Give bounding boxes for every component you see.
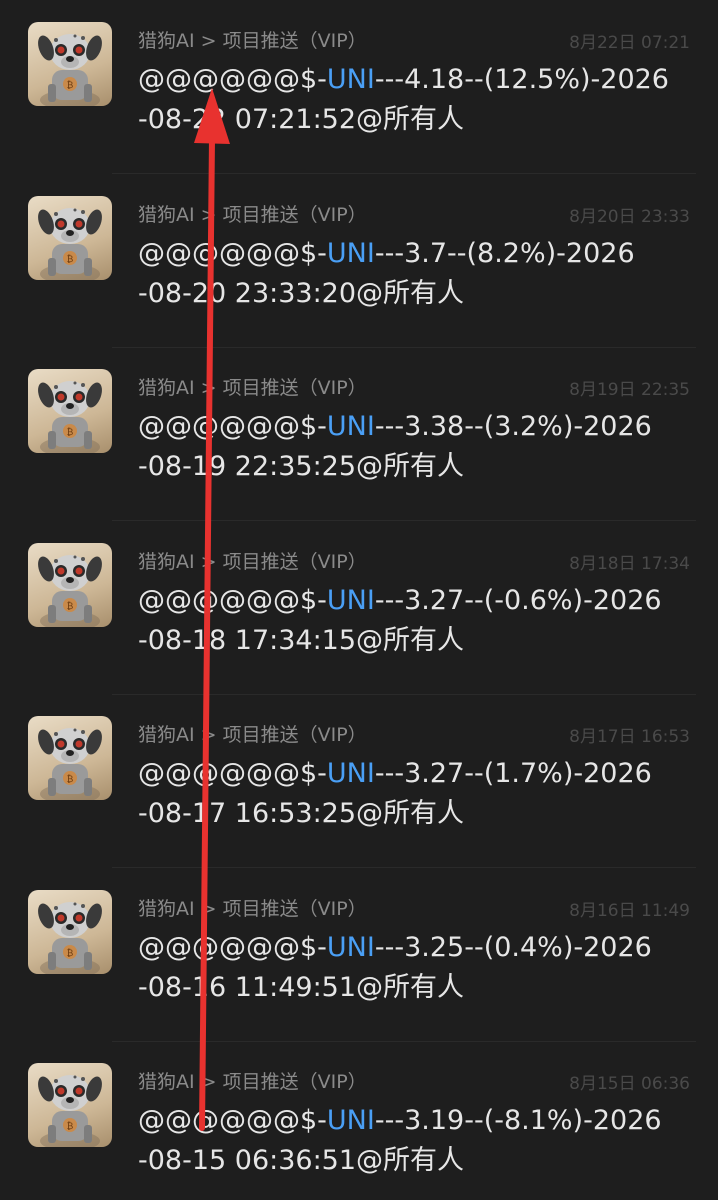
message-line-2: -08-17 16:53:25@所有人	[138, 798, 465, 829]
avatar[interactable]: ₿	[28, 1063, 112, 1147]
message-line-1: @@@@@@$-UNI---3.25--(0.4%)-2026	[138, 928, 658, 968]
sender-name: 猎狗AI > 项目推送（VIP）	[138, 550, 367, 573]
message-time: 8月16日 11:49	[569, 900, 690, 921]
sender-name: 猎狗AI > 项目推送（VIP）	[138, 1071, 367, 1093]
message-text[interactable]: @@@@@@$-UNI---3.19--(-8.1%)-2026 -08-15 …	[138, 1101, 662, 1181]
price-text: ---4.18--(12.5%)-2026	[374, 64, 669, 95]
price-text: ---3.7--(8.2%)-2026	[374, 237, 635, 269]
message-item[interactable]: ₿ 猎狗	[0, 694, 718, 868]
avatar[interactable]: ₿	[28, 716, 112, 800]
message-item[interactable]: ₿ 猎狗	[0, 868, 718, 1042]
svg-text:₿: ₿	[67, 254, 74, 265]
message-line-1: @@@@@@$-UNI---3.7--(8.2%)-2026	[138, 234, 658, 274]
token-link[interactable]: UNI	[327, 585, 375, 616]
token-link[interactable]: UNI	[327, 411, 375, 442]
svg-text:₿: ₿	[67, 601, 74, 612]
mention-text: @@@@@@$-	[138, 237, 327, 269]
robot-dog-avatar-icon: ₿	[38, 207, 102, 280]
robot-dog-avatar-icon: ₿	[38, 728, 102, 800]
token-link[interactable]: UNI	[327, 238, 375, 269]
sender-name: 猎狗AI > 项目推送（VIP）	[138, 377, 367, 399]
avatar[interactable]: ₿	[28, 889, 112, 974]
robot-dog-avatar-icon: ₿	[38, 381, 102, 453]
price-text: ---3.19--(-8.1%)-2026	[374, 1105, 662, 1136]
message-time: 8月20日 23:33	[569, 206, 690, 227]
mention-text: @@@@@@$-	[138, 931, 327, 963]
svg-text:₿: ₿	[67, 80, 74, 91]
svg-text:₿: ₿	[67, 1121, 74, 1132]
message-text[interactable]: @@@@@@$-UNI---4.18--(12.5%)-2026 -08-22 …	[138, 60, 669, 140]
sender-name: 猎狗AI > 项目推送（VIP）	[138, 897, 367, 920]
message-item[interactable]: ₿ 猎狗	[0, 0, 718, 174]
robot-dog-avatar-icon: ₿	[38, 1075, 102, 1147]
svg-text:₿: ₿	[67, 774, 74, 785]
message-line-1: @@@@@@$-UNI---4.18--(12.5%)-2026	[138, 60, 669, 100]
message-item[interactable]: ₿ 猎狗	[0, 521, 718, 695]
message-time: 8月17日 16:53	[569, 727, 690, 747]
token-link[interactable]: UNI	[327, 932, 375, 963]
message-item[interactable]: ₿ 猎狗	[0, 347, 718, 521]
message-text[interactable]: @@@@@@$-UNI---3.25--(0.4%)-2026 -08-16 1…	[138, 928, 658, 1008]
message-text[interactable]: @@@@@@$-UNI---3.38--(3.2%)-2026 -08-19 2…	[138, 407, 658, 487]
sender-name: 猎狗AI > 项目推送（VIP）	[138, 203, 367, 226]
message-item[interactable]: ₿ 猎狗	[0, 174, 718, 348]
message-line-2: -08-20 23:33:20@所有人	[138, 277, 465, 309]
message-time: 8月19日 22:35	[569, 380, 690, 400]
message-line-1: @@@@@@$-UNI---3.27--(1.7%)-2026	[138, 754, 658, 794]
robot-dog-avatar-icon: ₿	[38, 34, 102, 106]
avatar[interactable]: ₿	[28, 22, 112, 106]
mention-text: @@@@@@$-	[138, 411, 327, 442]
token-link[interactable]: UNI	[327, 64, 375, 95]
message-line-1: @@@@@@$-UNI---3.27--(-0.6%)-2026	[138, 581, 662, 621]
message-time: 8月18日 17:34	[569, 553, 690, 574]
sender-name: 猎狗AI > 项目推送（VIP）	[138, 724, 367, 746]
price-text: ---3.38--(3.2%)-2026	[374, 411, 652, 442]
token-link[interactable]: UNI	[327, 758, 375, 789]
message-text[interactable]: @@@@@@$-UNI---3.7--(8.2%)-2026 -08-20 23…	[138, 234, 658, 314]
mention-text: @@@@@@$-	[138, 64, 327, 95]
message-time: 8月22日 07:21	[569, 33, 690, 53]
mention-text: @@@@@@$-	[138, 758, 327, 789]
message-item[interactable]: ₿ 猎狗	[0, 1041, 718, 1200]
mention-text: @@@@@@$-	[138, 584, 327, 616]
sender-name: 猎狗AI > 项目推送（VIP）	[138, 30, 367, 52]
robot-dog-avatar-icon: ₿	[38, 554, 102, 627]
price-text: ---3.27--(-0.6%)-2026	[374, 584, 662, 616]
chat-feed-screen: ₿ 猎狗AI > 项目推送（VIP） 8月22日 07:21 @@@@@@$-U…	[0, 0, 718, 1200]
svg-text:₿: ₿	[67, 427, 74, 438]
message-line-2: -08-19 22:35:25@所有人	[138, 451, 465, 482]
price-text: ---3.27--(1.7%)-2026	[374, 758, 652, 789]
message-line-2: -08-22 07:21:52@所有人	[138, 104, 465, 135]
message-line-2: -08-18 17:34:15@所有人	[138, 624, 465, 656]
avatar[interactable]: ₿	[28, 369, 112, 453]
svg-text:₿: ₿	[67, 948, 74, 959]
message-text[interactable]: @@@@@@$-UNI---3.27--(-0.6%)-2026 -08-18 …	[138, 581, 662, 661]
token-link[interactable]: UNI	[327, 1105, 375, 1136]
robot-dog-avatar-icon: ₿	[38, 901, 102, 974]
avatar[interactable]: ₿	[28, 195, 112, 280]
message-text[interactable]: @@@@@@$-UNI---3.27--(1.7%)-2026 -08-17 1…	[138, 754, 658, 834]
avatar[interactable]: ₿	[28, 542, 112, 627]
mention-text: @@@@@@$-	[138, 1105, 327, 1136]
message-time: 8月15日 06:36	[569, 1074, 690, 1094]
price-text: ---3.25--(0.4%)-2026	[374, 931, 652, 963]
message-line-2: -08-15 06:36:51@所有人	[138, 1145, 465, 1176]
message-line-2: -08-16 11:49:51@所有人	[138, 971, 465, 1003]
message-line-1: @@@@@@$-UNI---3.38--(3.2%)-2026	[138, 407, 658, 447]
message-line-1: @@@@@@$-UNI---3.19--(-8.1%)-2026	[138, 1101, 662, 1141]
